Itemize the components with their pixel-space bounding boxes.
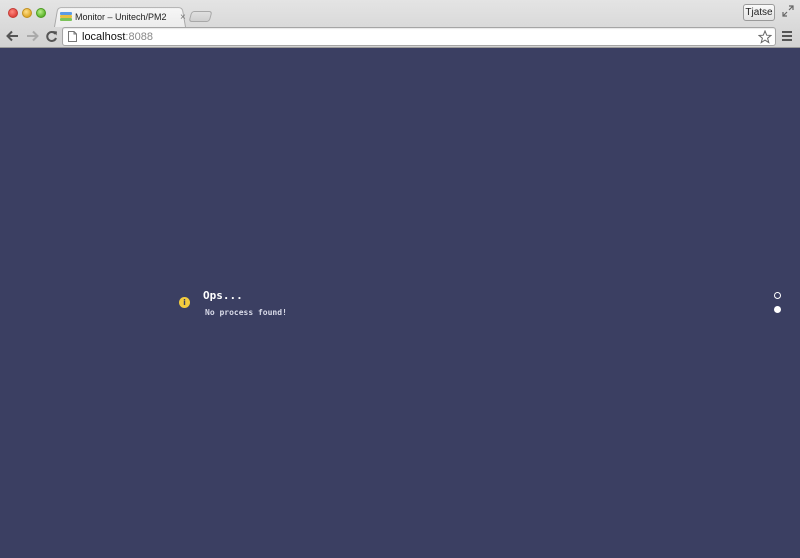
- info-icon: i: [179, 297, 190, 308]
- forward-button[interactable]: [25, 29, 39, 43]
- page-content: i Ops... No process found!: [0, 49, 800, 558]
- fullscreen-icon[interactable]: [782, 5, 794, 17]
- browser-menu-icon[interactable]: [781, 31, 793, 42]
- address-bar[interactable]: localhost:8088: [62, 27, 776, 46]
- window-close-button[interactable]: [8, 8, 18, 18]
- back-button[interactable]: [5, 29, 19, 43]
- notice-message: No process found!: [205, 308, 287, 317]
- window-maximize-button[interactable]: [36, 8, 46, 18]
- browser-toolbar: localhost:8088: [0, 26, 800, 48]
- bookmark-star-icon[interactable]: [758, 30, 772, 44]
- window-minimize-button[interactable]: [22, 8, 32, 18]
- reload-icon: [45, 30, 57, 42]
- url-text[interactable]: localhost:8088: [82, 30, 153, 44]
- new-tab-button[interactable]: [188, 11, 213, 22]
- forward-arrow-icon: [26, 30, 39, 42]
- reload-button[interactable]: [44, 29, 58, 43]
- back-arrow-icon: [5, 30, 18, 42]
- pm2-favicon-icon: [60, 12, 72, 22]
- profile-button[interactable]: Tjatse: [743, 4, 775, 21]
- browser-tab-content[interactable]: Monitor – Unitech/PM2 ×: [58, 9, 186, 25]
- browser-chrome: Monitor – Unitech/PM2 × Tjatse localhost…: [0, 0, 800, 48]
- url-port: :8088: [125, 31, 153, 43]
- tab-title: Monitor – Unitech/PM2: [75, 12, 167, 22]
- tab-close-icon[interactable]: ×: [180, 12, 186, 23]
- url-host: localhost: [82, 31, 126, 43]
- slide-pager: [774, 292, 782, 320]
- page-icon: [68, 31, 77, 42]
- tab-strip: Monitor – Unitech/PM2 × Tjatse: [0, 0, 800, 27]
- notice-title: Ops...: [203, 289, 243, 302]
- pager-dot-active[interactable]: [774, 306, 781, 313]
- pager-dot[interactable]: [774, 292, 781, 299]
